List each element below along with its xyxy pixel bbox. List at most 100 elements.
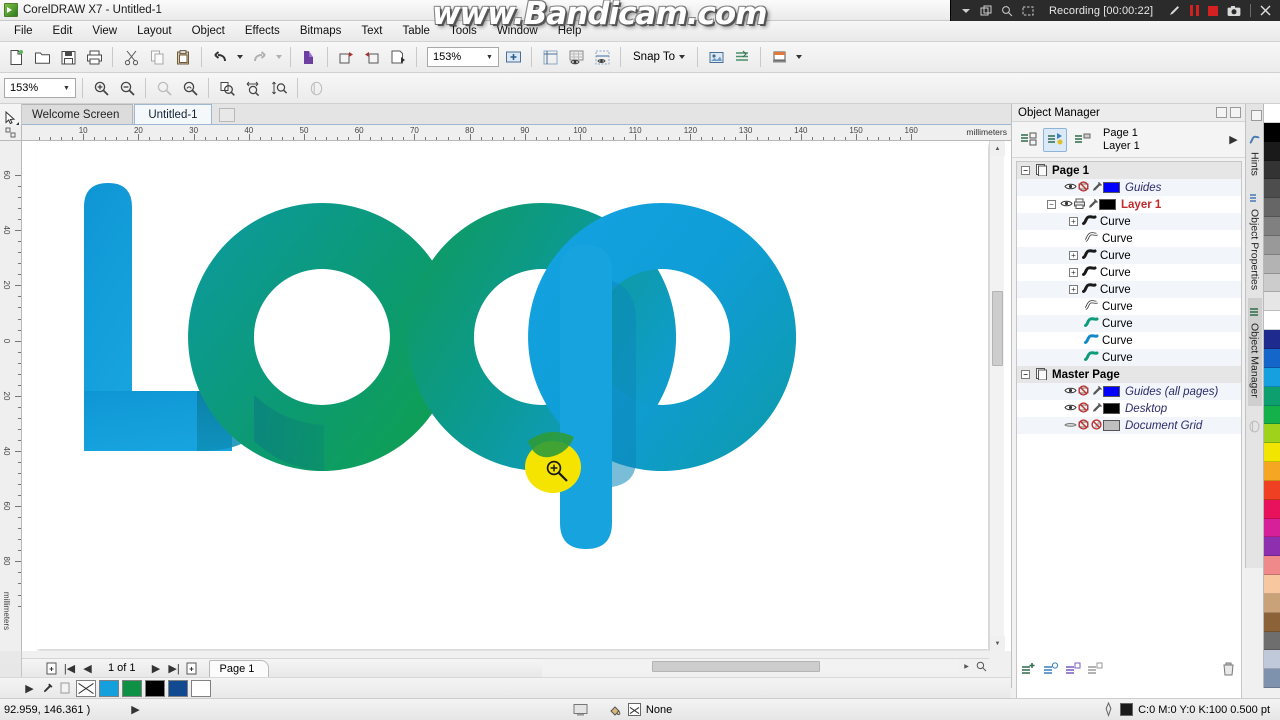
camera-icon[interactable] (1227, 5, 1241, 17)
palette-swatch[interactable] (1264, 631, 1280, 651)
vertical-scrollbar[interactable]: ▲ ▼ (989, 141, 1005, 651)
fullscreen-preview-icon[interactable] (501, 45, 525, 69)
menu-help[interactable]: Help (548, 22, 592, 40)
layer-manager-view-icon[interactable] (1070, 128, 1094, 152)
palette-swatch[interactable] (1264, 480, 1280, 500)
first-page-icon[interactable]: |◀ (62, 661, 77, 676)
tree-row-curve[interactable]: Curve (1017, 332, 1241, 349)
palette-swatch[interactable] (1264, 141, 1280, 161)
add-page-start-icon[interactable] (44, 661, 59, 676)
magnifier-icon[interactable] (1001, 5, 1013, 17)
swatch-blue[interactable] (99, 679, 119, 697)
object-properties-icon[interactable] (730, 45, 754, 69)
palette-swatch[interactable] (1264, 104, 1280, 123)
horizontal-scroll-thumb[interactable] (652, 661, 820, 672)
vertical-scroll-thumb[interactable] (992, 291, 1003, 366)
tree-row-guides[interactable]: Guides (1017, 179, 1241, 196)
palette-swatch[interactable] (1264, 462, 1280, 481)
paste-icon[interactable] (171, 45, 195, 69)
palette-swatch[interactable] (1264, 273, 1280, 293)
print-icon[interactable] (82, 45, 106, 69)
palette-swatch[interactable] (1264, 254, 1280, 274)
zoom-to-page-width-icon[interactable] (241, 76, 265, 100)
pause-icon[interactable] (1190, 5, 1200, 16)
snap-to-dropdown[interactable]: Snap To (627, 46, 691, 68)
search-content-icon[interactable] (297, 45, 321, 69)
visibility-eye-icon[interactable] (1063, 403, 1077, 415)
edit-pen-icon[interactable] (1090, 385, 1103, 399)
color-palette[interactable] (1263, 104, 1280, 689)
chevron-down-icon[interactable] (961, 7, 971, 15)
palette-swatch[interactable] (1264, 386, 1280, 406)
region-icon[interactable] (1022, 5, 1034, 17)
layer-color-chip[interactable] (1099, 199, 1116, 210)
zoom-to-all-objects-icon[interactable] (178, 76, 202, 100)
expander-icon[interactable]: + (1069, 268, 1078, 277)
zoom-to-page-icon[interactable] (215, 76, 239, 100)
last-page-icon[interactable]: ▶| (167, 661, 182, 676)
palette-swatch[interactable] (1264, 217, 1280, 236)
menu-view[interactable]: View (82, 22, 127, 40)
palette-swatch[interactable] (1264, 499, 1280, 519)
tree-row-guides-all-pages[interactable]: Guides (all pages) (1017, 383, 1241, 400)
visibility-eye-icon[interactable] (1059, 199, 1073, 211)
scroll-right-arrow-icon[interactable]: ▶ (959, 659, 974, 674)
layer-color-chip[interactable] (1103, 420, 1120, 431)
tree-row-layer-1[interactable]: − Layer 1 (1017, 196, 1241, 213)
tree-row-curve[interactable]: Curve (1017, 315, 1241, 332)
publish-pdf-icon[interactable] (386, 45, 410, 69)
swatch-black[interactable] (145, 679, 165, 697)
menu-window[interactable]: Window (487, 22, 548, 40)
tab-untitled-1[interactable]: Untitled-1 (134, 104, 212, 124)
add-page-end-icon[interactable] (185, 661, 200, 676)
export-icon[interactable] (360, 45, 384, 69)
previous-page-icon[interactable]: ◀ (80, 661, 95, 676)
screen-indicator[interactable] (573, 703, 588, 717)
edit-disabled-icon[interactable] (1090, 418, 1103, 433)
new-document-icon[interactable] (4, 45, 28, 69)
visibility-hidden-icon[interactable] (1063, 420, 1077, 432)
palette-swatch[interactable] (1264, 367, 1280, 387)
object-tree[interactable]: − Page 1 Guides − Layer 1 + Curve Curve … (1016, 161, 1242, 706)
docker-tab-object-manager[interactable]: Object Manager (1247, 298, 1262, 406)
palette-swatch[interactable] (1264, 348, 1280, 368)
menu-layout[interactable]: Layout (127, 22, 182, 40)
docker-extra-icon[interactable] (1248, 420, 1261, 436)
chevron-down-icon[interactable]: ▼ (483, 54, 496, 61)
palette-swatch[interactable] (1264, 669, 1280, 689)
show-rulers-icon[interactable] (538, 45, 562, 69)
show-grid-icon[interactable] (564, 45, 588, 69)
page-border-icon[interactable] (304, 76, 328, 100)
window-icon[interactable] (980, 5, 992, 17)
layer-color-chip[interactable] (1103, 182, 1120, 193)
zoom-in-icon[interactable] (89, 76, 113, 100)
tree-row-page-1[interactable]: − Page 1 (1017, 162, 1241, 179)
expander-icon[interactable]: − (1021, 166, 1030, 175)
palette-scroll-icon[interactable]: ▶ (22, 681, 37, 696)
menu-edit[interactable]: Edit (43, 22, 83, 40)
print-icon[interactable] (1073, 198, 1086, 212)
print-disabled-icon[interactable] (1077, 418, 1090, 433)
menu-text[interactable]: Text (351, 22, 392, 40)
new-master-layer-icon[interactable] (1043, 661, 1059, 680)
chevron-down-icon[interactable]: ▼ (60, 85, 73, 92)
docker-tab-hints[interactable]: Hints (1248, 127, 1262, 184)
cut-icon[interactable] (119, 45, 143, 69)
edit-across-layers-icon[interactable] (1043, 127, 1067, 152)
docker-menu-arrow-icon[interactable]: ▶ (1226, 132, 1241, 147)
redo-dropdown-icon[interactable] (273, 45, 284, 69)
new-master-layer-odd-icon[interactable] (1065, 661, 1081, 680)
drawing-canvas[interactable] (22, 141, 1011, 651)
zoom-to-selection-icon[interactable] (152, 76, 176, 100)
palette-swatch[interactable] (1264, 330, 1280, 349)
layer-color-chip[interactable] (1103, 403, 1120, 414)
menu-bitmaps[interactable]: Bitmaps (290, 22, 352, 40)
docker-collapse-button[interactable] (1250, 110, 1262, 121)
tree-row-master-page[interactable]: − Master Page (1017, 366, 1241, 383)
fill-indicator[interactable]: None (608, 703, 672, 717)
palette-swatch[interactable] (1264, 160, 1280, 180)
expander-icon[interactable]: + (1069, 217, 1078, 226)
palette-swatch[interactable] (1264, 537, 1280, 557)
import-icon[interactable] (334, 45, 358, 69)
vertical-ruler[interactable]: 60 40 20 0 20 40 60 80 millimeters (0, 141, 22, 651)
